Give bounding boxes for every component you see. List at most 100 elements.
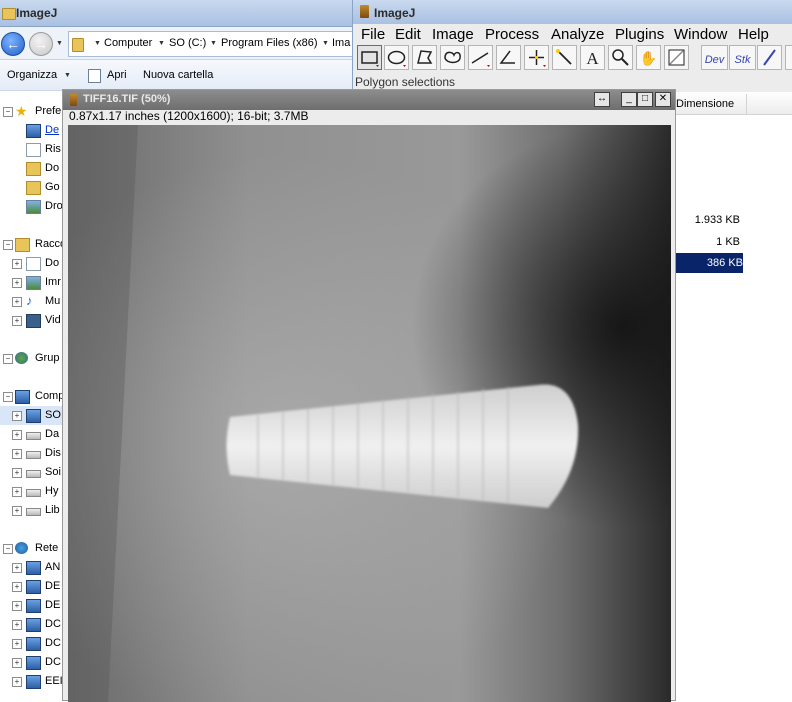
expand-toggle-icon[interactable]: + [12, 468, 22, 478]
explorer-titlebar[interactable]: ImageJ [0, 0, 352, 27]
tree-item-10[interactable]: + Vid [0, 311, 62, 330]
tree-item-9[interactable]: + ♪ Mu [0, 292, 62, 311]
expand-toggle-icon[interactable]: + [12, 601, 22, 611]
maximize-button[interactable]: □ [637, 92, 653, 107]
expand-toggle-icon[interactable]: + [12, 582, 22, 592]
breadcrumb-separator-icon[interactable]: ▼ [322, 40, 329, 47]
expand-toggle-icon[interactable]: + [12, 297, 22, 307]
tree-item-20[interactable]: + AN [0, 558, 62, 577]
forward-button[interactable]: → [29, 32, 53, 56]
breadcrumb-imagej[interactable]: Ima [332, 37, 350, 49]
expand-toggle-icon[interactable]: + [12, 411, 22, 421]
rectangle-tool[interactable] [357, 45, 382, 70]
tree-item-25[interactable]: + DC [0, 653, 62, 672]
collapse-toggle-icon[interactable]: − [3, 240, 13, 250]
stack-menu-button[interactable]: Stk [729, 45, 756, 70]
tree-item-12[interactable]: − Comp [0, 387, 62, 406]
menu-file[interactable]: File [361, 26, 385, 43]
tree-item-8[interactable]: + Imr [0, 273, 62, 292]
tree-item-16[interactable]: + Soi [0, 463, 62, 482]
close-button[interactable]: ✕ [655, 92, 671, 107]
tree-item-18[interactable]: + Lib [0, 501, 62, 520]
tree-item-24[interactable]: + DC [0, 634, 62, 653]
file-size-cell[interactable]: 1.933 KB [676, 214, 740, 226]
hand-tool[interactable]: ✋ [636, 45, 661, 70]
tree-item-22[interactable]: + DE [0, 596, 62, 615]
tree-item-23[interactable]: + DC [0, 615, 62, 634]
more-tools-button[interactable] [785, 45, 792, 70]
tree-item-13[interactable]: + SO [0, 406, 62, 425]
polygon-tool[interactable] [412, 45, 437, 70]
menu-edit[interactable]: Edit [395, 26, 421, 43]
column-divider[interactable] [746, 94, 747, 114]
angle-tool[interactable] [496, 45, 521, 70]
tree-item-3[interactable]: +Do [0, 159, 62, 178]
menu-plugins[interactable]: Plugins [615, 26, 664, 43]
menu-help[interactable]: Help [738, 26, 769, 43]
menu-image[interactable]: Image [432, 26, 474, 43]
breadcrumb-separator-icon[interactable]: ▼ [158, 40, 165, 47]
wand-tool[interactable] [552, 45, 577, 70]
expand-toggle-icon[interactable]: + [12, 259, 22, 269]
resize-toggle-button[interactable]: ↔ [594, 92, 610, 107]
breadcrumb-computer[interactable]: Computer [104, 37, 152, 49]
file-size-cell[interactable]: 1 KB [676, 236, 740, 248]
tree-item-26[interactable]: + EEI [0, 672, 62, 691]
tree-item-6[interactable]: − Racco [0, 235, 62, 254]
back-button[interactable]: ← [1, 32, 25, 56]
oval-tool[interactable] [384, 45, 409, 70]
tree-item-14[interactable]: + Da [0, 425, 62, 444]
expand-toggle-icon[interactable]: + [12, 639, 22, 649]
freehand-tool[interactable] [440, 45, 465, 70]
expand-toggle-icon[interactable]: + [12, 430, 22, 440]
image-window-titlebar[interactable]: TIFF16.TIF (50%) ↔ _ □ ✕ [63, 90, 675, 110]
magnifier-tool[interactable] [608, 45, 633, 70]
expand-toggle-icon[interactable]: + [12, 487, 22, 497]
tree-item-4[interactable]: +Go [0, 178, 62, 197]
tree-item-1[interactable]: +De [0, 121, 62, 140]
breadcrumb-program-files[interactable]: Program Files (x86) [221, 37, 318, 49]
expand-toggle-icon[interactable]: + [12, 658, 22, 668]
history-dropdown-icon[interactable]: ▼ [56, 40, 63, 47]
line-tool[interactable] [468, 45, 493, 70]
xray-image-canvas[interactable] [68, 125, 671, 702]
expand-toggle-icon[interactable]: + [12, 677, 22, 687]
tree-item-5[interactable]: +Dro [0, 197, 62, 216]
developer-menu-button[interactable]: Dev [701, 45, 728, 70]
expand-toggle-icon[interactable]: + [12, 316, 22, 326]
tree-item-11[interactable]: − Grup [0, 349, 62, 368]
color-picker-tool[interactable] [664, 45, 689, 70]
breadcrumb-drive[interactable]: SO (C:) [169, 37, 206, 49]
breadcrumb-separator-icon[interactable]: ▼ [94, 40, 101, 47]
open-button[interactable]: Apri [107, 69, 127, 81]
organize-dropdown-icon[interactable]: ▼ [64, 72, 71, 79]
tree-item-19[interactable]: − Rete [0, 539, 62, 558]
expand-toggle-icon[interactable]: + [12, 620, 22, 630]
brush-tool[interactable] [757, 45, 782, 70]
collapse-toggle-icon[interactable]: − [3, 544, 13, 554]
expand-toggle-icon[interactable]: + [12, 563, 22, 573]
collapse-toggle-icon[interactable]: − [3, 354, 13, 364]
menu-process[interactable]: Process [485, 26, 539, 43]
minimize-button[interactable]: _ [621, 92, 637, 107]
point-tool[interactable] [524, 45, 549, 70]
menu-window[interactable]: Window [674, 26, 727, 43]
organize-button[interactable]: Organizza [7, 69, 57, 81]
collapse-toggle-icon[interactable]: − [3, 392, 13, 402]
expand-toggle-icon[interactable]: + [12, 506, 22, 516]
file-size-cell-selected[interactable]: 386 KB [676, 253, 743, 273]
imagej-titlebar[interactable]: ImageJ [353, 0, 792, 24]
tree-item-7[interactable]: + Do [0, 254, 62, 273]
tree-item-17[interactable]: + Hy [0, 482, 62, 501]
expand-toggle-icon[interactable]: + [12, 449, 22, 459]
expand-toggle-icon[interactable]: + [12, 278, 22, 288]
column-header-size[interactable]: Dimensione [676, 94, 792, 115]
collapse-toggle-icon[interactable]: − [3, 107, 13, 117]
tree-item-21[interactable]: + DE [0, 577, 62, 596]
menu-analyze[interactable]: Analyze [551, 26, 604, 43]
tree-item-15[interactable]: + Dis [0, 444, 62, 463]
address-input[interactable]: ▼ Computer ▼ SO (C:) ▼ Program Files (x8… [68, 31, 354, 57]
text-tool[interactable]: A [580, 45, 605, 70]
file-list[interactable]: Dimensione 1.933 KB 1 KB 386 KB [676, 92, 792, 701]
navigation-tree[interactable]: −★Prefe+De+Ris+Do+Go+Dro−Racco+Do+Imr+♪M… [0, 92, 62, 701]
